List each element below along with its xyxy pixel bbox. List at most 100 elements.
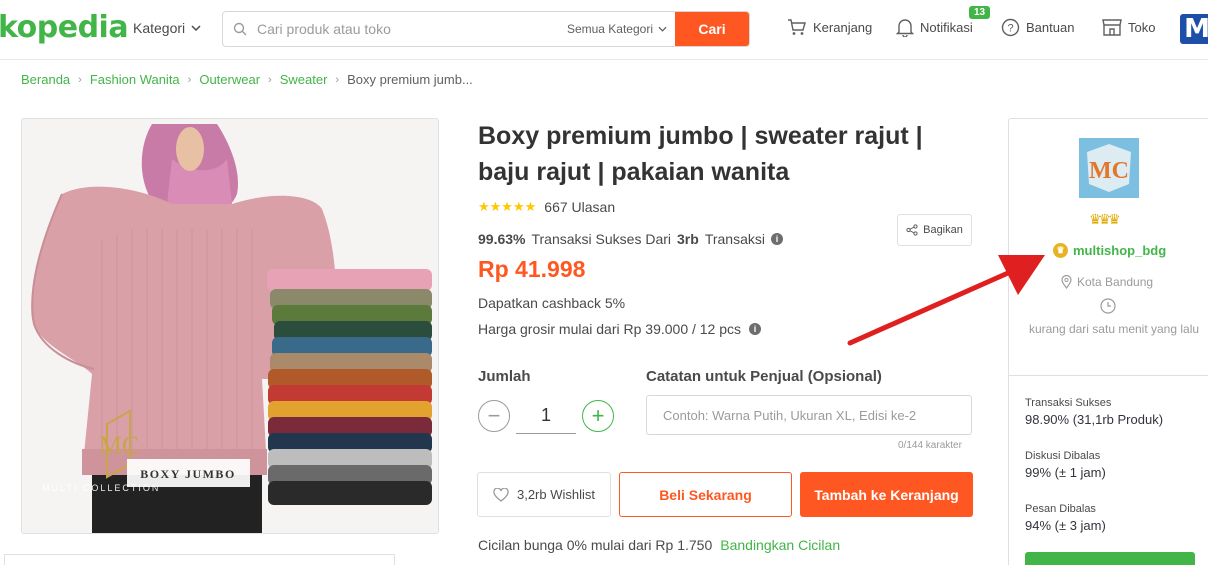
rating-stars-icon: ★★★★★: [478, 199, 537, 214]
nav-toko[interactable]: Toko: [1102, 18, 1155, 36]
last-online: kurang dari satu menit yang lalu: [1028, 322, 1200, 336]
wishlist-label: 3,2rb Wishlist: [516, 487, 596, 502]
divider: [1009, 375, 1208, 376]
stat-value: 99% (± 1 jam): [1025, 465, 1106, 480]
info-icon[interactable]: i: [749, 323, 762, 335]
kategori-dropdown[interactable]: Kategori: [133, 20, 201, 36]
stat-label: Diskusi Dibalas: [1025, 450, 1101, 462]
seller-medal-icon: ♛♛♛: [1089, 211, 1121, 227]
clock-icon: [1100, 298, 1116, 314]
kategori-label: Kategori: [133, 20, 186, 36]
quantity-input[interactable]: [516, 398, 576, 434]
chevron-right-icon: ›: [335, 73, 340, 86]
seller-note-label: Catatan untuk Penjual (Opsional): [646, 368, 882, 385]
review-count[interactable]: 667 Ulasan: [544, 199, 615, 215]
share-icon: [906, 224, 918, 236]
note-char-counter: 0/144 karakter: [898, 440, 962, 451]
stat-pesan-dibalas: Pesan Dibalas 94% (± 3 jam): [1025, 503, 1205, 533]
cashback-info: Dapatkan cashback 5%: [478, 295, 626, 311]
shop-name-link[interactable]: ♛ multishop_bdg: [1053, 243, 1166, 258]
search-button[interactable]: Cari: [675, 12, 749, 46]
share-button[interactable]: Bagikan: [897, 214, 972, 246]
transaction-stats: 99.63% Transaksi Sukses Dari 3rb Transak…: [478, 231, 783, 247]
search-bar: Semua Kategori Cari: [222, 11, 750, 47]
seller-avatar[interactable]: MC: [1079, 138, 1139, 198]
shop-logo-icon: MC: [1079, 138, 1139, 198]
gold-merchant-icon: ♛: [1053, 243, 1068, 258]
partner-logo[interactable]: M: [1180, 14, 1208, 44]
share-label: Bagikan: [923, 224, 963, 236]
bell-icon: [896, 19, 914, 37]
installment-text: Cicilan bunga 0% mulai dari Rp 1.750: [478, 537, 713, 553]
top-header: kopedia Kategori Semua Kategori Cari Ker…: [0, 0, 1208, 60]
search-input[interactable]: [257, 12, 567, 46]
stat-label: Pesan Dibalas: [1025, 503, 1096, 515]
svg-text:MC: MC: [99, 431, 139, 460]
nav-notifikasi[interactable]: Notifikasi: [896, 18, 973, 37]
breadcrumb-fashion-wanita[interactable]: Fashion Wanita: [90, 72, 180, 87]
quantity-stepper: − +: [478, 398, 614, 434]
toko-label: Toko: [1128, 19, 1156, 35]
breadcrumb-sweater[interactable]: Sweater: [280, 72, 328, 87]
cart-icon: [788, 19, 806, 35]
shop-name: multishop_bdg: [1073, 243, 1167, 258]
svg-text:MC: MC: [1089, 158, 1129, 184]
seller-location: Kota Bandung: [1061, 275, 1153, 289]
compare-installment-link[interactable]: Bandingkan Cicilan: [720, 537, 840, 553]
product-image[interactable]: MC MULTI COLLECTION BOXY JUMBO: [21, 118, 439, 534]
transactions-count: 3rb: [677, 231, 699, 247]
nav-keranjang[interactable]: Keranjang: [787, 18, 872, 36]
stat-label: Transaksi Sukses: [1025, 397, 1112, 409]
installment-info: Cicilan bunga 0% mulai dari Rp 1.750 Ban…: [478, 537, 840, 553]
tokopedia-logo[interactable]: kopedia: [0, 10, 129, 45]
wholesale-price-info: Harga grosir mulai dari Rp 39.000 / 12 p…: [478, 321, 762, 337]
svg-text:BOXY JUMBO: BOXY JUMBO: [140, 467, 236, 481]
nav-bantuan[interactable]: ? Bantuan: [1001, 18, 1074, 37]
location-pin-icon: [1061, 275, 1072, 289]
decrement-button[interactable]: −: [478, 400, 510, 432]
stat-value: 98.90% (31,1rb Produk): [1025, 412, 1164, 427]
chevron-right-icon: ›: [268, 73, 272, 86]
success-text: Transaksi Sukses Dari: [531, 231, 672, 247]
buy-now-button[interactable]: Beli Sekarang: [619, 472, 792, 517]
add-to-cart-button[interactable]: Tambah ke Keranjang: [800, 472, 973, 517]
transactions-text: Transaksi: [704, 231, 765, 247]
chevron-down-icon: [658, 26, 667, 32]
stat-diskusi-dibalas: Diskusi Dibalas 99% (± 1 jam): [1025, 450, 1205, 480]
follow-button[interactable]: + Follow: [1025, 552, 1195, 565]
search-category-select[interactable]: Semua Kategori: [567, 22, 675, 36]
quantity-label: Jumlah: [478, 368, 531, 385]
breadcrumb-current: Boxy premium jumb...: [347, 72, 473, 87]
bantuan-label: Bantuan: [1026, 20, 1075, 35]
wishlist-button[interactable]: 3,2rb Wishlist: [477, 472, 611, 517]
seller-city: Kota Bandung: [1077, 275, 1154, 289]
svg-text:?: ?: [1007, 23, 1013, 35]
seller-note-input[interactable]: [646, 395, 972, 435]
grosir-text: Harga grosir mulai dari Rp 39.000 / 12 p…: [478, 321, 742, 337]
seller-panel: MC ♛♛♛ ♛ multishop_bdg Kota Bandung kura…: [1008, 118, 1208, 565]
breadcrumb-beranda[interactable]: Beranda: [21, 72, 70, 87]
breadcrumb: Beranda › Fashion Wanita › Outerwear › S…: [21, 72, 473, 87]
store-icon: [1102, 19, 1122, 36]
increment-button[interactable]: +: [582, 400, 614, 432]
keranjang-label: Keranjang: [813, 19, 873, 35]
info-icon[interactable]: i: [770, 233, 783, 245]
thumbnail-strip[interactable]: [4, 554, 395, 565]
search-icon: [223, 22, 257, 36]
notification-count-badge: 13: [969, 6, 991, 19]
stat-transaksi-sukses: Transaksi Sukses 98.90% (31,1rb Produk): [1025, 397, 1205, 427]
search-category-label: Semua Kategori: [566, 22, 653, 36]
chevron-down-icon: [191, 25, 201, 31]
heart-icon: [493, 487, 509, 502]
product-title: Boxy premium jumbo | sweater rajut | baj…: [478, 122, 923, 186]
chevron-right-icon: ›: [187, 73, 192, 86]
stat-value: 94% (± 3 jam): [1025, 518, 1106, 533]
product-price: Rp 41.998: [478, 256, 586, 282]
help-icon: ?: [1001, 18, 1020, 37]
notifikasi-label: Notifikasi: [920, 20, 973, 35]
product-rating[interactable]: ★★★★★ 667 Ulasan: [478, 199, 615, 215]
product-photo: MC MULTI COLLECTION BOXY JUMBO: [22, 119, 438, 533]
breadcrumb-outerwear[interactable]: Outerwear: [199, 72, 260, 87]
success-rate: 99.63%: [478, 231, 526, 247]
chevron-right-icon: ›: [78, 73, 82, 86]
